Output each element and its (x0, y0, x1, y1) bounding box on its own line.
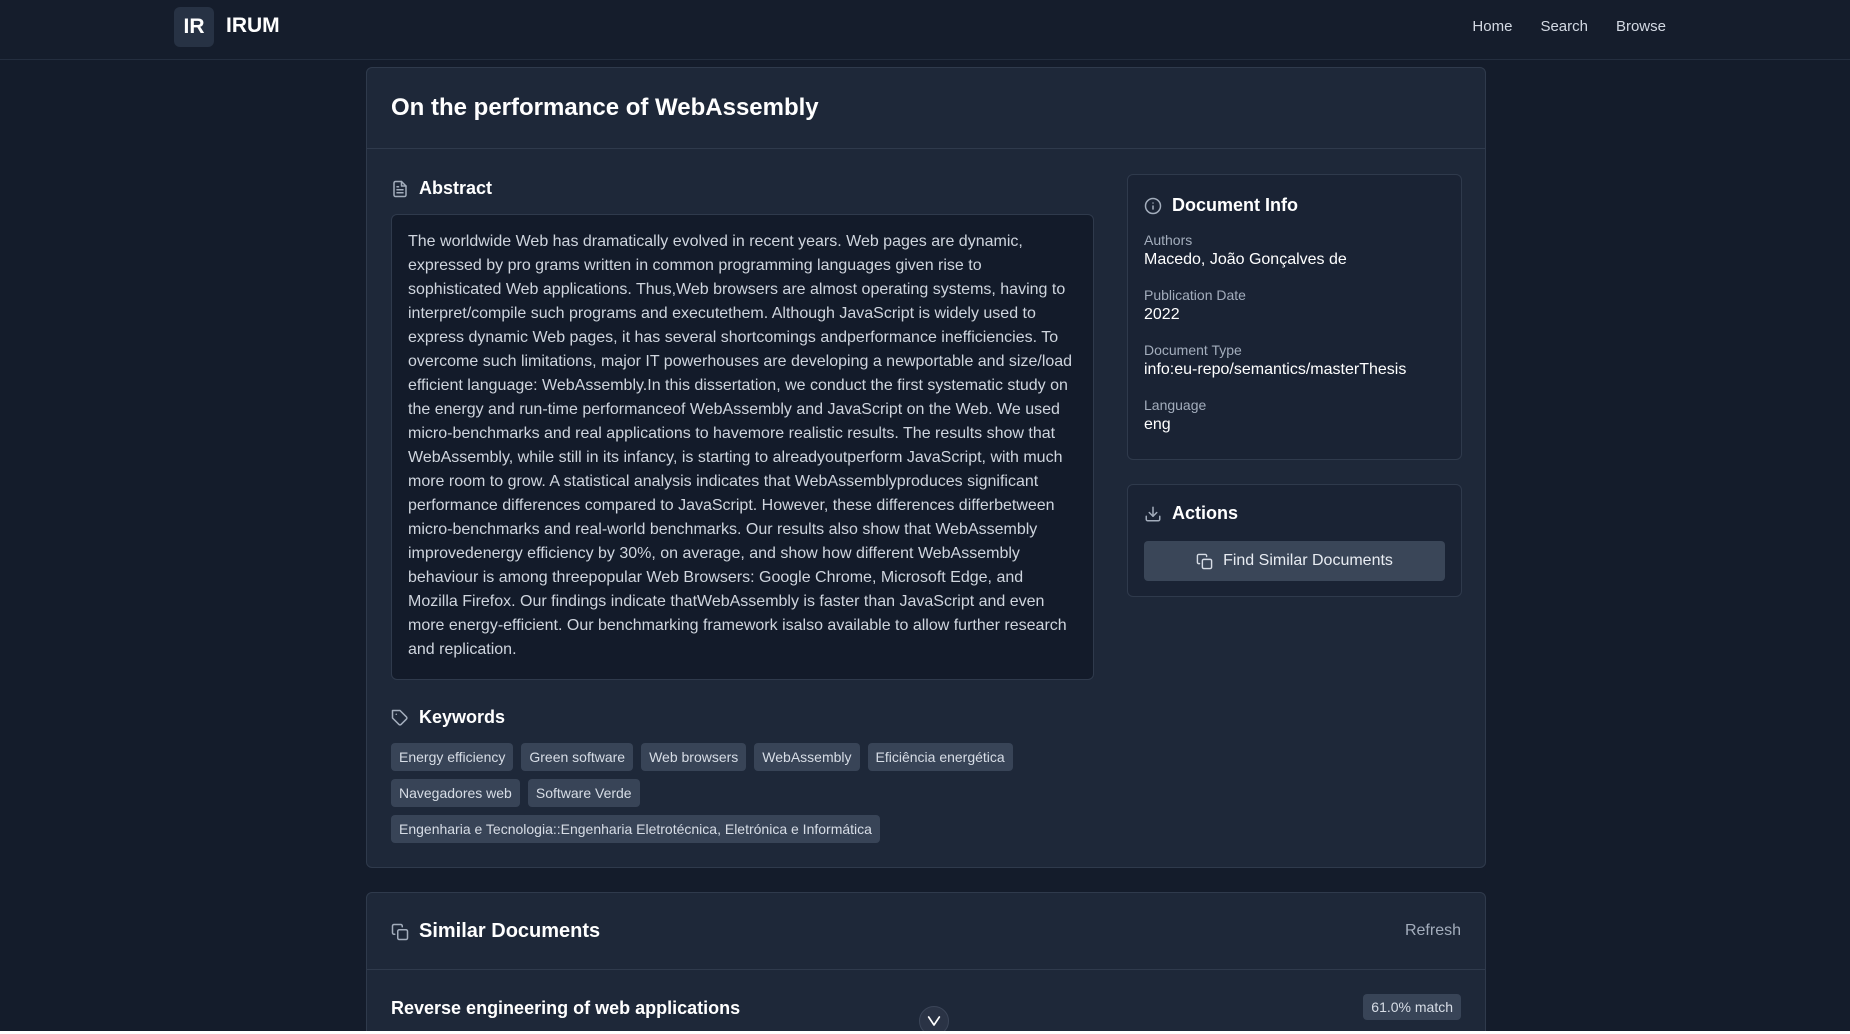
document-info-fields: Authors Macedo, João Gonçalves de Public… (1144, 232, 1444, 452)
tag-icon (391, 709, 408, 726)
keyword-chip[interactable]: Software Verde (527, 779, 640, 807)
info-value-document-type: info:eu-repo/semantics/masterThesis (1144, 361, 1407, 378)
document-icon (393, 180, 407, 197)
keywords-heading: Keywords (419, 707, 506, 727)
info-label: Authors (1144, 232, 1193, 248)
info-label: Language (1144, 397, 1207, 413)
document-info-card: Document Info Authors Macedo, João Gonça… (1127, 174, 1462, 460)
main-nav: Home Search Browse (1472, 18, 1666, 35)
nav-link-browse[interactable]: Browse (1616, 18, 1666, 35)
abstract-heading: Abstract (419, 178, 493, 198)
keyword-chip[interactable]: Energy efficiency (391, 743, 514, 771)
find-similar-label: Find Similar Documents (1223, 552, 1393, 569)
actions-card: Actions Find Similar Documents (1127, 484, 1462, 597)
keyword-chip[interactable]: Green software (521, 743, 634, 771)
keyword-chip[interactable]: Navegadores web (391, 779, 520, 807)
keywords-section-heading: Keywords (391, 707, 505, 728)
refresh-button[interactable]: Refresh (1405, 922, 1461, 940)
info-icon (1144, 197, 1162, 214)
document-info-heading: Document Info (1172, 195, 1298, 215)
copy-icon (391, 923, 409, 940)
similar-documents-heading-row: Similar Documents (391, 920, 600, 943)
info-value-language: eng (1144, 416, 1171, 433)
keyword-chip[interactable]: Eficiência energética (867, 743, 1013, 771)
info-row-language: Language eng (1144, 397, 1444, 434)
download-icon (1145, 506, 1161, 521)
document-info-heading-row: Document Info (1144, 195, 1298, 216)
similar-result-title[interactable]: Reverse engineering of web applications (391, 998, 740, 1019)
info-row-authors: Authors Macedo, João Gonçalves de (1144, 232, 1444, 269)
abstract-section-heading: Abstract (391, 178, 492, 199)
info-label: Document Type (1144, 342, 1242, 358)
logo[interactable]: IR (174, 7, 214, 47)
document-card: On the performance of WebAssembly Abstra… (366, 67, 1486, 868)
scroll-down-button[interactable] (919, 1006, 949, 1034)
abstract-text: The worldwide Web has dramatically evolv… (391, 214, 1094, 680)
keyword-list: Energy efficiency Green software Web bro… (391, 743, 1091, 843)
find-similar-documents-button[interactable]: Find Similar Documents (1144, 541, 1445, 581)
match-badge: 61.0% match (1363, 994, 1461, 1020)
document-header: On the performance of WebAssembly (367, 68, 1485, 149)
info-value-authors: Macedo, João Gonçalves de (1144, 251, 1347, 268)
similar-documents-header: Similar Documents Refresh (367, 893, 1485, 970)
keyword-chip[interactable]: Web browsers (641, 743, 747, 771)
copy-icon (1196, 553, 1213, 569)
chevron-down-icon (927, 1016, 941, 1026)
info-row-publication-date: Publication Date 2022 (1144, 287, 1444, 324)
similar-documents-heading: Similar Documents (419, 920, 601, 942)
nav-link-home[interactable]: Home (1472, 18, 1512, 35)
actions-heading-row: Actions (1144, 503, 1238, 524)
keyword-chip[interactable]: Engenharia e Tecnologia::Engenharia Elet… (391, 815, 880, 843)
actions-heading: Actions (1172, 503, 1239, 523)
nav-link-search[interactable]: Search (1540, 18, 1588, 35)
info-row-document-type: Document Type info:eu-repo/semantics/mas… (1144, 342, 1444, 379)
info-label: Publication Date (1144, 287, 1246, 303)
keyword-chip[interactable]: WebAssembly (754, 743, 860, 771)
top-navigation-bar: IR IRUM Home Search Browse (0, 0, 1850, 60)
brand-name[interactable]: IRUM (226, 14, 280, 38)
info-value-publication-date: 2022 (1144, 306, 1180, 323)
document-title: On the performance of WebAssembly (391, 94, 819, 121)
